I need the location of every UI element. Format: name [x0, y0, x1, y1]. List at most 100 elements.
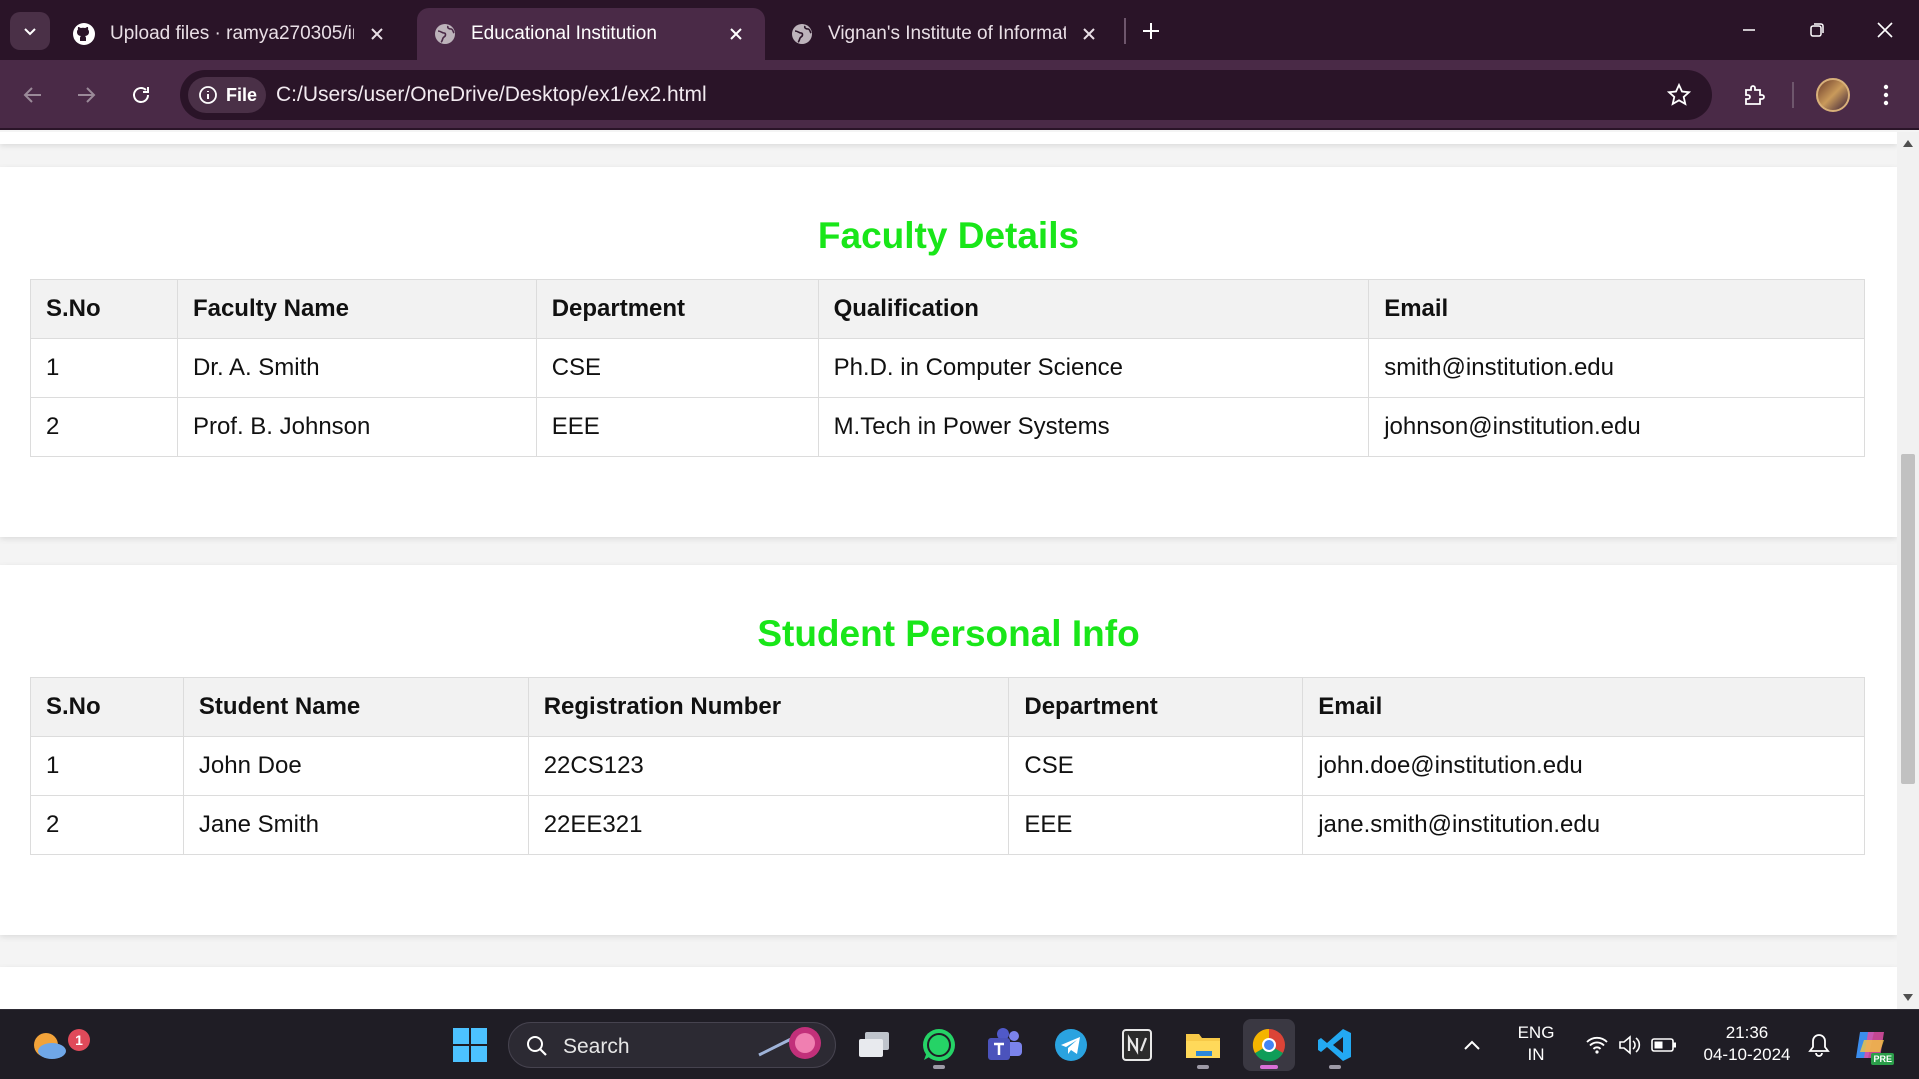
table-cell: Jane Smith [182, 795, 529, 855]
copilot-button[interactable]: PRE [1846, 1019, 1896, 1071]
wifi-icon [1586, 1036, 1608, 1054]
students-heading: Student Personal Info [757, 613, 1140, 654]
tab-search-button[interactable] [10, 12, 50, 50]
weather-icon [34, 1033, 66, 1059]
arrow-right-icon [78, 87, 96, 103]
students-table: S.No Student Name Registration Number De… [30, 677, 1865, 855]
windows-taskbar: 1 Search ENG IN 21:36 04-10-2024 PRE [0, 1009, 1919, 1079]
battery-icon [1651, 1038, 1676, 1052]
table-cell: smith@institution.edu [1368, 338, 1865, 398]
column-header: S.No [30, 677, 184, 737]
table-cell: Ph.D. in Computer Science [817, 338, 1370, 398]
browser-tab-strip: Upload files · ramya270305/inst Educatio… [0, 0, 1919, 60]
faculty-section: Faculty Details S.No Faculty Name Depart… [0, 167, 1897, 537]
search-highlight-icon [758, 1027, 821, 1059]
table-cell: Prof. B. Johnson [176, 397, 537, 457]
browser-toolbar: File C:/Users/user/OneDrive/Desktop/ex1/… [0, 60, 1919, 130]
toolbar-divider [1792, 82, 1794, 108]
column-header: Student Name [182, 677, 529, 737]
clock-time: 21:36 [1725, 1023, 1769, 1042]
whatsapp-button[interactable] [913, 1019, 965, 1071]
bell-icon [1808, 1034, 1830, 1057]
language-indicator[interactable]: ENG IN [1506, 1019, 1566, 1071]
menu-button[interactable] [1868, 77, 1904, 113]
profile-avatar[interactable] [1816, 78, 1850, 112]
windows-start-icon [453, 1028, 487, 1062]
task-view-button[interactable] [848, 1019, 900, 1071]
start-button[interactable] [444, 1019, 496, 1071]
tab-upload-files[interactable]: Upload files · ramya270305/inst [56, 8, 406, 60]
section-card-previous [0, 132, 1897, 144]
url-text[interactable]: C:/Users/user/OneDrive/Desktop/ex1/ex2.h… [276, 83, 707, 107]
close-icon[interactable] [364, 21, 390, 47]
minimize-icon [1743, 29, 1755, 31]
reload-button[interactable] [123, 77, 159, 113]
language-label: ENG [1517, 1023, 1555, 1042]
table-cell: 22CS123 [527, 736, 1010, 796]
globe-icon [790, 22, 814, 46]
close-icon [1877, 22, 1893, 38]
running-indicator [933, 1065, 945, 1069]
vscode-button[interactable] [1309, 1019, 1361, 1071]
running-indicator [1197, 1065, 1209, 1069]
info-icon [199, 86, 217, 104]
tab-divider [1124, 18, 1126, 44]
scroll-down-arrow-icon[interactable] [1903, 994, 1913, 1001]
chrome-button[interactable] [1243, 1019, 1295, 1071]
column-header: S.No [30, 279, 178, 339]
column-header: Faculty Name [176, 279, 537, 339]
telegram-button[interactable] [1045, 1019, 1097, 1071]
whatsapp-icon [923, 1029, 955, 1061]
site-info-chip[interactable]: File [188, 77, 266, 113]
volume-icon [1619, 1035, 1641, 1055]
notifications-button[interactable] [1804, 1019, 1834, 1071]
table-row: 2 Jane Smith 22EE321 EEE jane.smith@inst… [30, 795, 1865, 855]
close-window-button[interactable] [1850, 0, 1919, 60]
new-tab-button[interactable] [1135, 15, 1167, 47]
chrome-icon [1252, 1028, 1285, 1062]
show-hidden-icons-button[interactable] [1452, 1019, 1492, 1071]
forward-button[interactable] [68, 77, 104, 113]
copilot-badge: PRE [1871, 1053, 1894, 1065]
search-label: Search [563, 1035, 630, 1058]
page-scrollbar[interactable] [1897, 132, 1919, 1009]
scrollbar-thumb[interactable] [1901, 454, 1915, 784]
teams-button[interactable] [979, 1019, 1031, 1071]
table-header-row: S.No Faculty Name Department Qualificati… [30, 279, 1865, 339]
quick-settings-button[interactable] [1576, 1019, 1686, 1071]
restore-button[interactable] [1782, 0, 1852, 60]
tab-title: Educational Institution [471, 23, 657, 44]
back-button[interactable] [15, 77, 51, 113]
column-header: Department [1008, 677, 1304, 737]
table-header-row: S.No Student Name Registration Number De… [30, 677, 1865, 737]
table-cell: EEE [535, 397, 819, 457]
bookmark-star-icon[interactable] [1666, 82, 1692, 108]
file-explorer-button[interactable] [1177, 1019, 1229, 1071]
table-cell: 1 [30, 736, 184, 796]
close-icon[interactable] [723, 21, 749, 47]
faculty-table: S.No Faculty Name Department Qualificati… [30, 279, 1865, 457]
minimize-button[interactable] [1714, 0, 1784, 60]
chip-label: File [226, 84, 258, 105]
tab-educational-institution[interactable]: Educational Institution [417, 8, 765, 60]
globe-icon [433, 22, 457, 46]
tab-vignans-institute[interactable]: Vignan's Institute of Informatio [774, 8, 1118, 60]
telegram-icon [1055, 1029, 1087, 1061]
page-viewport: Faculty Details S.No Faculty Name Depart… [0, 132, 1897, 1009]
weather-widget[interactable]: 1 [20, 1019, 90, 1071]
clock[interactable]: 21:36 04-10-2024 [1692, 1019, 1802, 1071]
tab-title: Upload files · ramya270305/inst [110, 23, 354, 44]
close-icon[interactable] [1076, 21, 1102, 47]
notepad-button[interactable] [1111, 1019, 1163, 1071]
address-bar[interactable]: File C:/Users/user/OneDrive/Desktop/ex1/… [180, 70, 1712, 120]
extensions-button[interactable] [1736, 77, 1772, 113]
table-cell: M.Tech in Power Systems [817, 397, 1370, 457]
table-cell: Dr. A. Smith [176, 338, 537, 398]
plus-icon [1143, 23, 1159, 39]
chevron-up-icon [1464, 1040, 1480, 1050]
column-header: Email [1368, 279, 1865, 339]
taskbar-search[interactable]: Search [508, 1022, 836, 1068]
column-header: Qualification [817, 279, 1370, 339]
scroll-up-arrow-icon[interactable] [1903, 140, 1913, 147]
table-cell: EEE [1008, 795, 1304, 855]
